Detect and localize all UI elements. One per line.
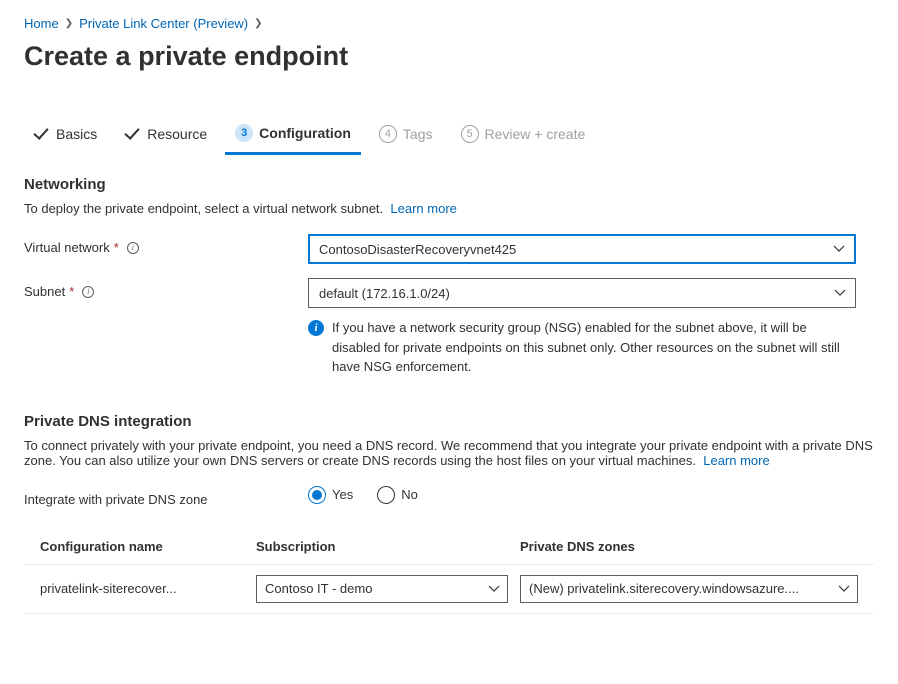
chevron-right-icon: ❯ <box>65 18 73 29</box>
integrate-dns-label: Integrate with private DNS zone <box>24 486 308 507</box>
chevron-down-icon <box>833 245 845 253</box>
col-subscription: Subscription <box>256 539 508 554</box>
required-marker: * <box>114 240 119 255</box>
subnet-select[interactable]: default (172.16.1.0/24) <box>308 278 856 308</box>
section-networking-desc: To deploy the private endpoint, select a… <box>24 201 874 216</box>
radio-yes[interactable]: Yes <box>308 486 353 504</box>
tab-configuration[interactable]: 3 Configuration <box>225 116 361 155</box>
chevron-down-icon <box>838 585 850 593</box>
tab-label: Basics <box>56 126 97 142</box>
info-icon[interactable]: i <box>127 242 139 254</box>
tabs: Basics Resource 3 Configuration 4 Tags 5… <box>24 116 874 154</box>
step-number: 4 <box>379 125 397 143</box>
step-number: 3 <box>235 124 253 142</box>
required-marker: * <box>69 284 74 299</box>
tab-label: Review + create <box>485 126 586 142</box>
nsg-info-message: i If you have a network security group (… <box>308 318 856 377</box>
learn-more-link[interactable]: Learn more <box>390 201 456 216</box>
page-title: Create a private endpoint <box>24 41 874 72</box>
tab-resource[interactable]: Resource <box>115 118 217 152</box>
chevron-down-icon <box>488 585 500 593</box>
subnet-label: Subnet * i <box>24 278 308 299</box>
tab-review-create[interactable]: 5 Review + create <box>451 117 596 153</box>
chevron-down-icon <box>834 289 846 297</box>
zone-select[interactable]: (New) privatelink.siterecovery.windowsaz… <box>520 575 858 603</box>
info-icon[interactable]: i <box>82 286 94 298</box>
tab-tags[interactable]: 4 Tags <box>369 117 443 153</box>
section-networking-title: Networking <box>24 176 874 193</box>
integrate-dns-radio-group: Yes No <box>308 486 856 504</box>
cell-config-name: privatelink-siterecover... <box>40 581 244 596</box>
step-number: 5 <box>461 125 479 143</box>
chevron-right-icon: ❯ <box>254 18 262 29</box>
breadcrumb-home[interactable]: Home <box>24 16 59 31</box>
section-dns-title: Private DNS integration <box>24 413 874 430</box>
tab-label: Tags <box>403 126 433 142</box>
table-row: privatelink-siterecover... Contoso IT - … <box>24 565 874 614</box>
vnet-label: Virtual network * i <box>24 234 308 255</box>
tab-label: Resource <box>147 126 207 142</box>
vnet-select[interactable]: ContosoDisasterRecoveryvnet425 <box>308 234 856 264</box>
section-dns-desc: To connect privately with your private e… <box>24 438 874 468</box>
learn-more-link[interactable]: Learn more <box>703 453 769 468</box>
breadcrumb-link-center[interactable]: Private Link Center (Preview) <box>79 16 248 31</box>
tab-basics[interactable]: Basics <box>24 118 107 152</box>
subscription-select[interactable]: Contoso IT - demo <box>256 575 508 603</box>
col-zones: Private DNS zones <box>520 539 858 554</box>
dns-zones-table: Configuration name Subscription Private … <box>24 529 874 614</box>
col-config-name: Configuration name <box>40 539 244 554</box>
tab-label: Configuration <box>259 125 351 141</box>
radio-no[interactable]: No <box>377 486 418 504</box>
breadcrumb: Home ❯ Private Link Center (Preview) ❯ <box>24 16 874 31</box>
info-icon: i <box>308 320 324 336</box>
